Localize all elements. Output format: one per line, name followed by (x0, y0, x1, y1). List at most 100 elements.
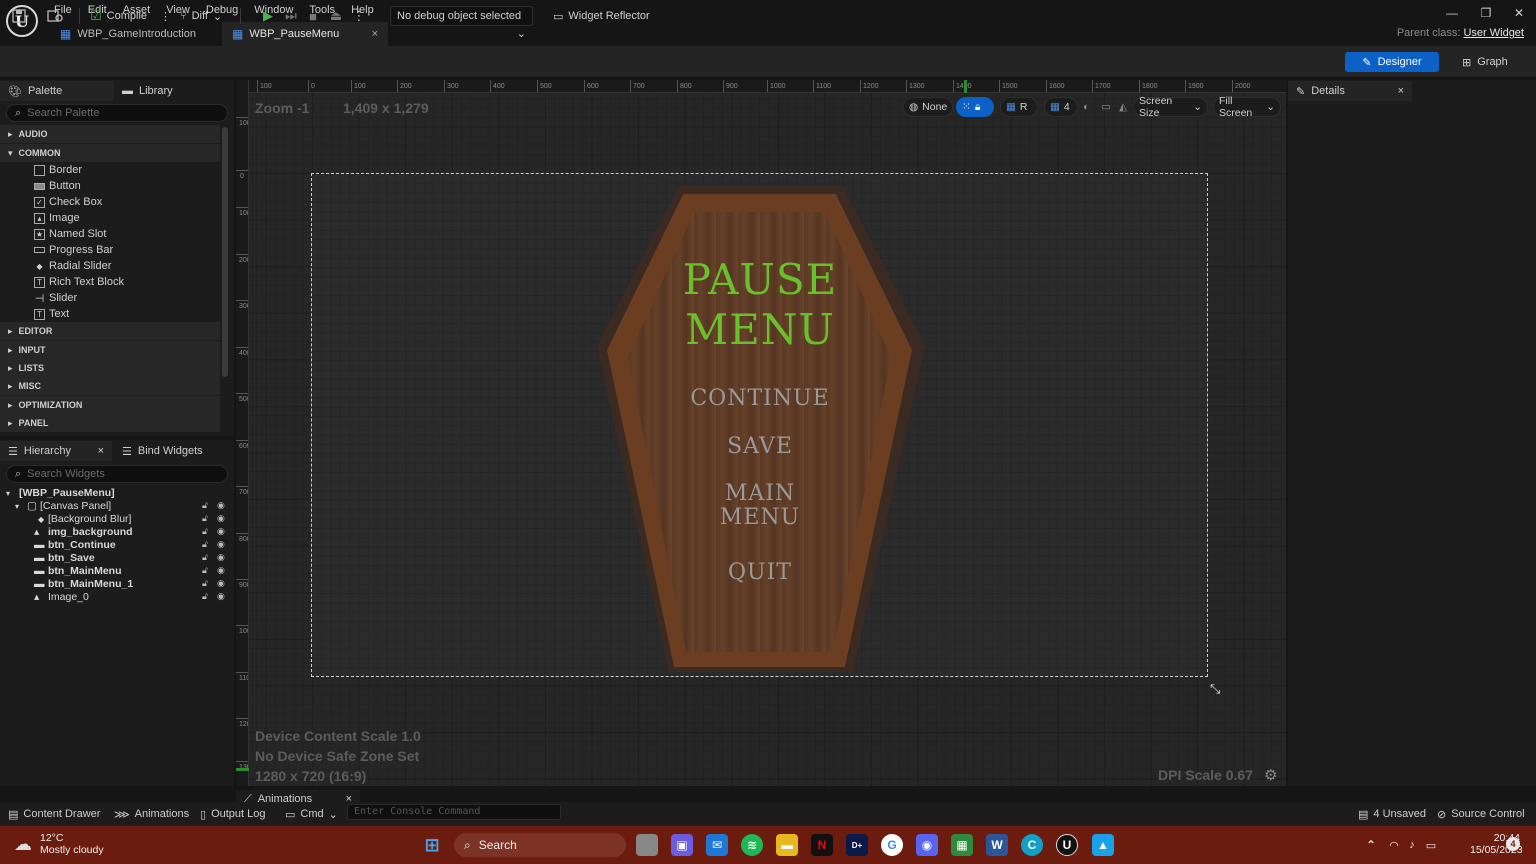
eye-icon[interactable]: ◉ (217, 500, 225, 511)
word-icon[interactable]: W (986, 834, 1008, 856)
lock-icon[interactable]: 🔓︎ (202, 552, 208, 563)
lock-icon[interactable]: 🔓︎ (202, 526, 208, 537)
teams-icon[interactable]: ▣ (671, 834, 693, 856)
netflix-icon[interactable]: N (811, 834, 833, 856)
sheets-icon[interactable]: ▦ (951, 834, 973, 856)
close-icon[interactable]: × (98, 445, 104, 457)
save-icon[interactable] (12, 6, 26, 26)
chrome-icon[interactable]: G (881, 834, 903, 856)
eye-icon[interactable]: ◉ (217, 552, 225, 563)
lock-icon[interactable]: 🔓︎ (202, 578, 208, 589)
source-control-button[interactable]: ⊘ Source Control (1437, 805, 1525, 823)
mail-icon[interactable]: ✉ (706, 834, 728, 856)
eye-icon[interactable]: ◉ (217, 591, 225, 602)
chevron-up-icon[interactable]: ⌃ (1360, 834, 1382, 856)
browse-icon[interactable] (47, 6, 63, 26)
console-command-input[interactable]: Enter Console Command (347, 804, 561, 820)
category-panel[interactable]: ▸ PANEL (0, 414, 220, 432)
tab-close-icon[interactable]: × (372, 28, 378, 40)
disney-plus-icon[interactable]: D+ (846, 834, 868, 856)
animations-button[interactable]: ⋙ Animations (114, 805, 189, 823)
palette-item-named-slot[interactable]: ★ Named Slot (34, 226, 106, 242)
spotify-icon[interactable]: ≋ (741, 834, 763, 856)
lock-icon[interactable]: 🔓︎ (202, 539, 208, 550)
category-optimization[interactable]: ▸ OPTIMIZATION (0, 396, 220, 414)
tab-library[interactable]: ▬ Library (114, 81, 234, 101)
palette-search-input[interactable]: ⌕ Search Palette (6, 104, 228, 122)
hierarchy-row-canvas[interactable]: ▾ ▢ [Canvas Panel] 🔓︎ ◉ (0, 500, 234, 513)
hierarchy-row[interactable]: ▴ img_background 🔓︎ ◉ (0, 526, 234, 539)
weather-widget[interactable]: ☁ 12°C Mostly cloudy (14, 832, 104, 856)
palette-item-slider[interactable]: ⊣ Slider (34, 290, 77, 306)
play-options-icon[interactable]: ⋮ (349, 6, 369, 26)
compile-options-icon[interactable]: ⋮ (160, 10, 171, 23)
graph-button[interactable]: ⊞ Graph (1456, 52, 1526, 72)
discord-icon[interactable]: ◉ (916, 834, 938, 856)
designer-button[interactable]: ✎ Designer (1345, 52, 1439, 72)
btn-mainmenu[interactable]: MAIN MENU (640, 482, 880, 530)
restore-button[interactable]: ❐ (1471, 4, 1501, 22)
lock-icon[interactable]: 🔓︎ (202, 500, 208, 511)
hierarchy-row[interactable]: ◆ [Background Blur] 🔓︎ ◉ (0, 513, 234, 526)
btn-save[interactable]: SAVE (640, 434, 880, 459)
tab-details[interactable]: ✎ Details × (1288, 81, 1412, 101)
step-icon[interactable]: ⏭ (281, 6, 301, 26)
category-editor[interactable]: ▸ EDITOR (0, 322, 220, 340)
close-icon[interactable]: × (1398, 85, 1404, 97)
respect-locks-toggle[interactable]: ▦ R (1000, 97, 1038, 117)
lock-icon[interactable]: 🔓︎ (202, 591, 208, 602)
eye-icon[interactable]: ◉ (217, 565, 225, 576)
hierarchy-row[interactable]: ▬ btn_Continue 🔓︎ ◉ (0, 539, 234, 552)
category-common[interactable]: ▾ COMMON (0, 144, 220, 162)
tab-hierarchy[interactable]: ☰ Hierarchy × (0, 441, 112, 461)
btn-quit[interactable]: QUIT (640, 560, 880, 585)
hierarchy-row[interactable]: ▴ Image_0 🔓︎ ◉ (0, 591, 234, 604)
unsaved-button[interactable]: ▤ 4 Unsaved (1358, 805, 1426, 823)
palette-item-progress-bar[interactable]: Progress Bar (34, 242, 113, 258)
category-misc[interactable]: ▸ MISC (0, 377, 220, 395)
fill-screen-dropdown[interactable]: Fill Screen ⌄ (1213, 95, 1281, 119)
palette-item-text[interactable]: T Text (34, 306, 69, 322)
windows-start-icon[interactable]: ⊞ (421, 834, 443, 856)
eject-icon[interactable]: ⏏ (326, 6, 346, 26)
image-icon[interactable]: ▭ (1096, 97, 1112, 117)
content-drawer-button[interactable]: ▤ Content Drawer (8, 805, 100, 823)
eye-icon[interactable]: ◉ (217, 578, 225, 589)
hierarchy-row[interactable]: ▬ btn_Save 🔓︎ ◉ (0, 552, 234, 565)
resize-handle-icon[interactable]: ⤡ (1210, 681, 1220, 697)
btn-continue[interactable]: CONTINUE (640, 386, 880, 411)
palette-item-rich-text-block[interactable]: T Rich Text Block (34, 274, 124, 290)
debug-object-select[interactable]: No debug object selected ⌄ (390, 6, 533, 40)
diff-button[interactable]: ⑂ Diff ⌄ (180, 6, 222, 26)
notification-badge[interactable]: 4 (1506, 837, 1520, 851)
eye-icon[interactable]: ◉ (217, 513, 225, 524)
widget-reflector-button[interactable]: ▭ Widget Reflector (553, 6, 650, 26)
screen-size-dropdown[interactable]: Screen Size ⌄ (1133, 95, 1208, 119)
preview-icon[interactable]: ◐ (1078, 97, 1094, 117)
tab-bind-widgets[interactable]: ☰ Bind Widgets (114, 441, 234, 461)
battery-icon[interactable]: ▭ (1420, 834, 1442, 856)
palette-item-button[interactable]: Button (34, 178, 81, 194)
file-explorer-icon[interactable]: ▬ (776, 834, 798, 856)
grid-snap-size[interactable]: ▦ 4 (1044, 97, 1078, 117)
close-window-button[interactable]: ✕ (1504, 4, 1534, 22)
taskbar-search[interactable]: ⌕ Search (454, 833, 626, 857)
cmd-dropdown[interactable]: ▭ Cmd ⌄ (285, 805, 338, 823)
compile-button[interactable]: ☑ Compile ⋮ (90, 6, 171, 26)
play-icon[interactable]: ▶ (258, 6, 278, 26)
category-audio[interactable]: ▸ AUDIO (0, 125, 220, 143)
hierarchy-row[interactable]: ▬ btn_MainMenu 🔓︎ ◉ (0, 565, 234, 578)
eye-icon[interactable]: ◉ (217, 526, 225, 537)
palette-item-image[interactable]: ▴ Image (34, 210, 80, 226)
parent-class-link[interactable]: User Widget (1463, 27, 1524, 39)
palette-item-check-box[interactable]: ✓ Check Box (34, 194, 102, 210)
category-input[interactable]: ▸ INPUT (0, 341, 220, 359)
palette-scrollbar[interactable] (222, 127, 228, 377)
category-lists[interactable]: ▸ LISTS (0, 359, 220, 377)
minimize-button[interactable]: — (1437, 4, 1467, 22)
localization-preview-button[interactable]: ◍ None (903, 97, 954, 117)
hierarchy-search-input[interactable]: ⌕ Search Widgets (6, 465, 228, 483)
stop-icon[interactable]: ■ (303, 6, 323, 26)
eye-icon[interactable]: ◉ (217, 539, 225, 550)
lock-icon[interactable]: 🔓︎ (202, 513, 208, 524)
